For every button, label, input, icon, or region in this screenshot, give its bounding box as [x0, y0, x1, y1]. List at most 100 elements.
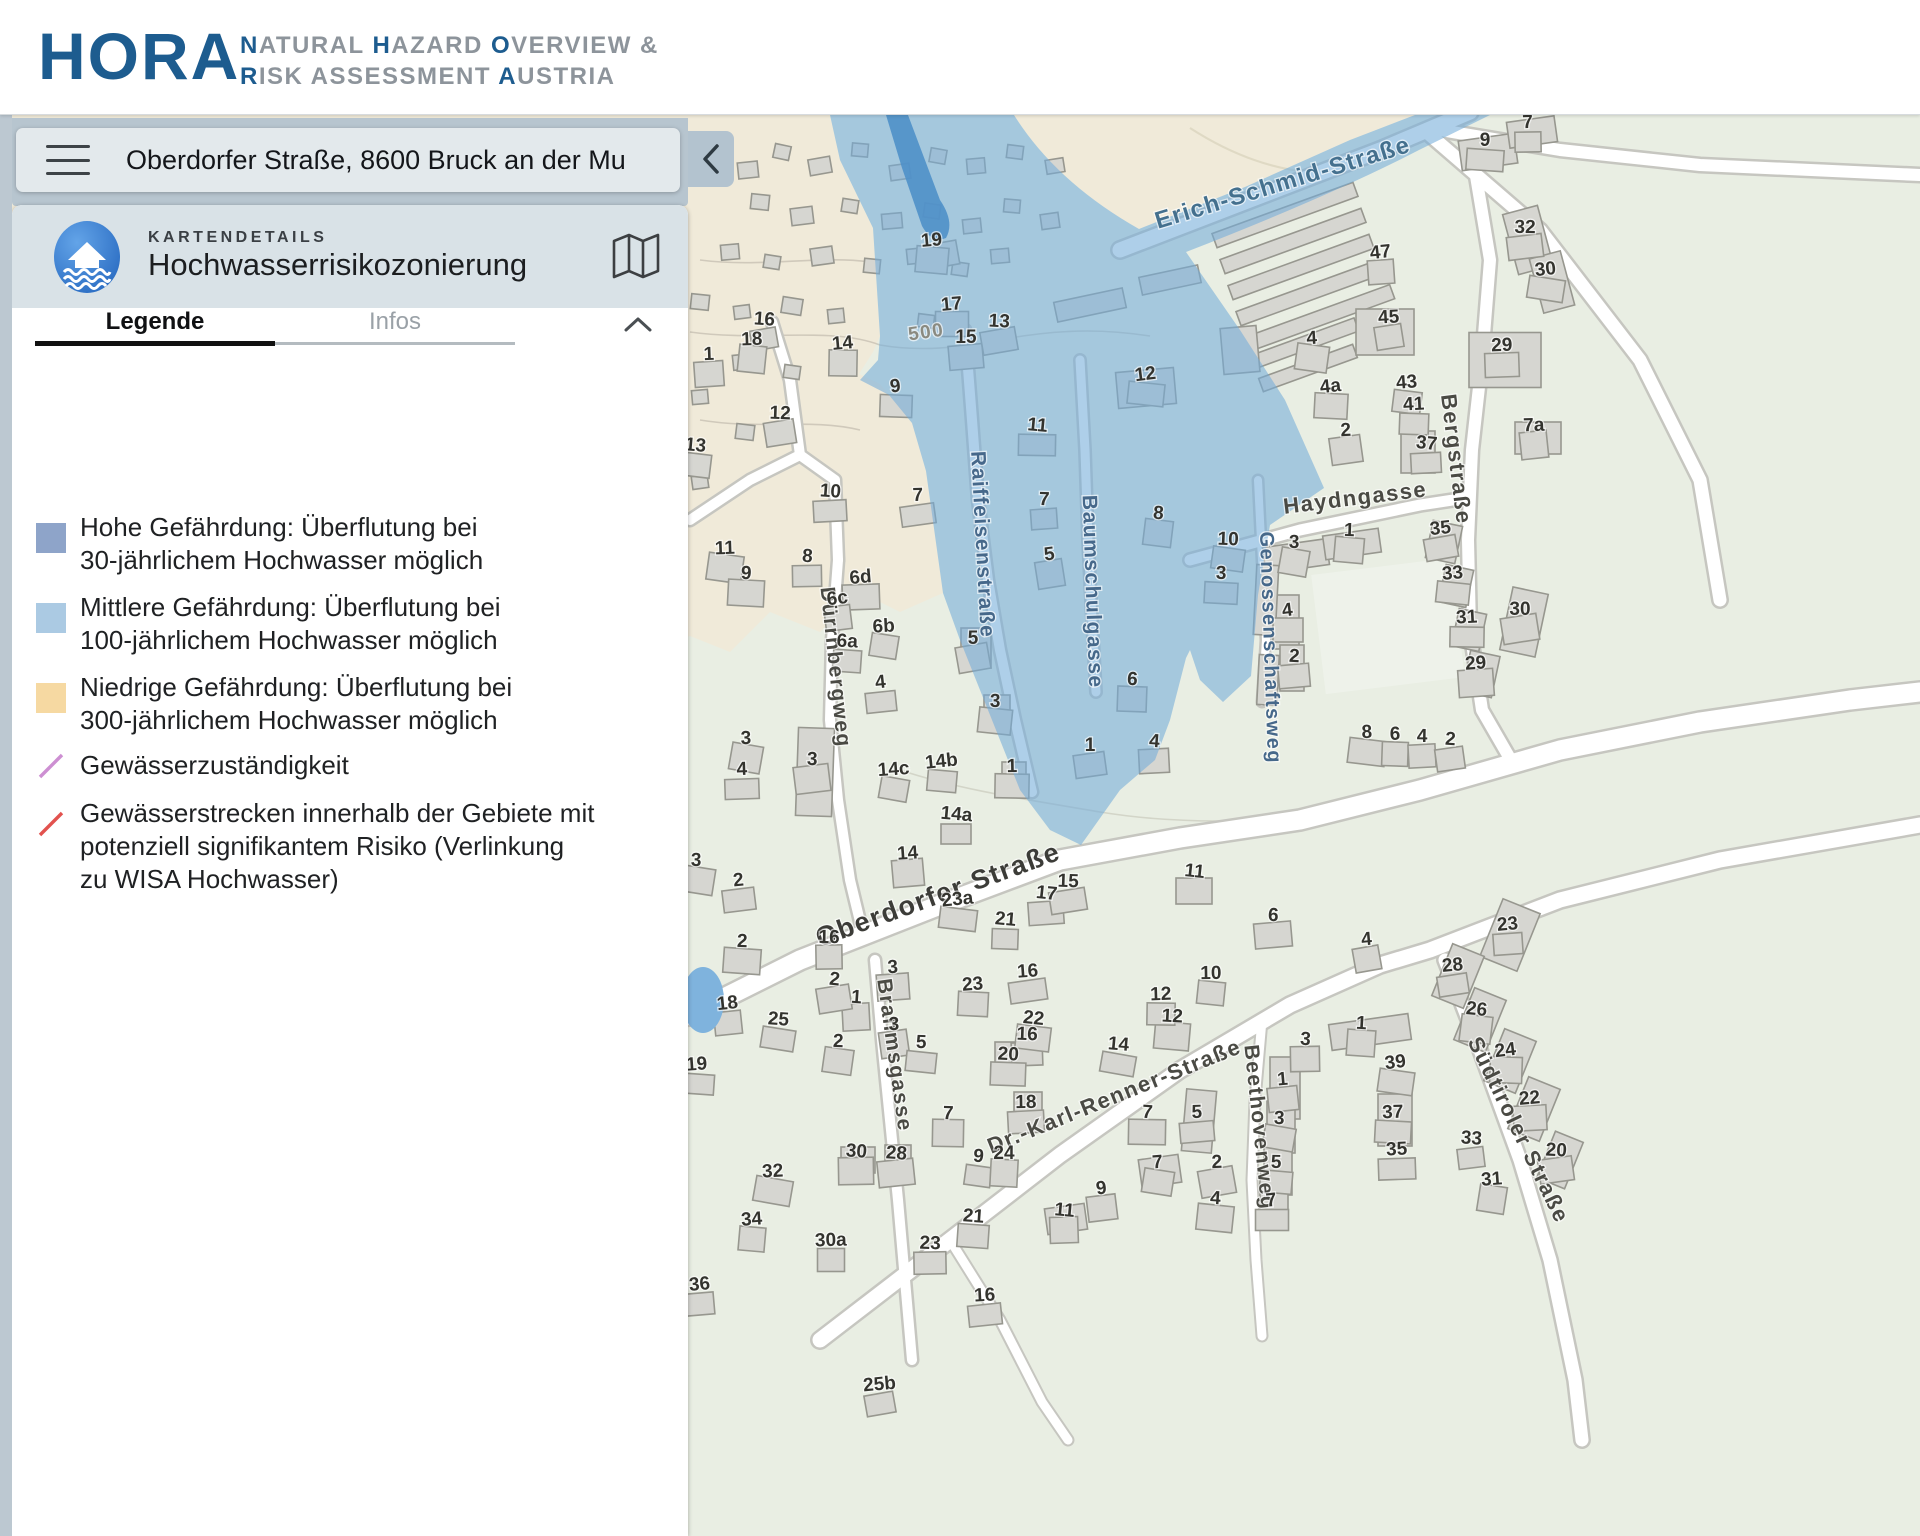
sidebar-collapse-button[interactable] [688, 131, 734, 187]
house-number: 22 [1518, 1087, 1541, 1110]
house-number: 14a [940, 803, 974, 827]
house-number: 18 [1015, 1092, 1037, 1113]
house-number: 7 [1039, 489, 1050, 510]
house-number: 37 [1382, 1102, 1404, 1124]
house-number: 5 [1191, 1102, 1203, 1123]
house-number: 1 [703, 344, 715, 365]
house-number: 4 [1306, 328, 1318, 350]
house-number: 6c [826, 587, 850, 610]
hora-app: { "header": { "logo": "HORA", "tagline_l… [0, 0, 1920, 1536]
house-number: 10 [1200, 963, 1222, 984]
legend-item-1[interactable]: Mittlere Gefährdung: Überflutung bei100-… [36, 591, 676, 657]
house-number: 1 [1085, 735, 1096, 756]
house-number: 7 [1141, 1102, 1153, 1124]
house-number: 12 [1161, 1005, 1183, 1027]
menu-icon[interactable] [46, 145, 90, 175]
tab-legende[interactable]: Legende [35, 308, 275, 336]
house-number: 28 [1441, 954, 1464, 977]
house-number: 5 [916, 1032, 928, 1053]
house-number: 25b [862, 1373, 896, 1397]
house-number: 13 [988, 310, 1010, 332]
house-number: 34 [740, 1208, 763, 1230]
house-number: 14b [924, 749, 959, 773]
house-number: 10 [819, 480, 842, 502]
house-number: 7 [1151, 1152, 1163, 1174]
house-number: 11 [1183, 860, 1206, 883]
house-number: 19 [920, 229, 943, 252]
house-number: 3 [1216, 563, 1227, 584]
house-number: 9 [972, 1146, 984, 1168]
house-number: 8 [1361, 722, 1372, 743]
house-number: 1 [1344, 520, 1356, 541]
house-number: 9 [741, 563, 752, 584]
house-number: 23 [961, 973, 984, 995]
house-number: 2 [1288, 646, 1300, 668]
legend-item-label: Gewässerzuständigkeit [80, 749, 349, 782]
legend-line-icon [36, 751, 66, 781]
house-number: 3 [807, 749, 818, 770]
legend-item-0[interactable]: Hohe Gefährdung: Überflutung bei30-jährl… [36, 511, 676, 577]
house-number: 6d [849, 566, 873, 589]
legend-item-label: Gewässerstrecken innerhalb der Gebiete m… [80, 797, 594, 896]
house-number: 26 [1465, 998, 1488, 1021]
house-number: 2 [1211, 1152, 1222, 1173]
house-number: 29 [1464, 652, 1487, 674]
house-number: 30 [1534, 258, 1557, 281]
house-number: 5 [968, 628, 979, 649]
legend-line-icon [36, 809, 66, 839]
chevron-up-icon[interactable] [620, 310, 656, 340]
house-number: 36 [688, 1273, 711, 1296]
tab-underline-active [35, 341, 275, 346]
house-number: 23 [1496, 913, 1519, 936]
house-number: 6a [836, 630, 859, 652]
house-number: 21 [994, 908, 1017, 931]
search-input[interactable]: Oberdorfer Straße, 8600 Bruck an der Mu [126, 145, 626, 176]
house-number: 2 [732, 870, 745, 892]
legend-tabs: Legende Infos [12, 308, 688, 354]
house-number: 22 [1022, 1007, 1045, 1030]
house-number: 12 [769, 403, 791, 425]
house-number: 16 [974, 1284, 996, 1306]
legend-item-4[interactable]: Gewässerstrecken innerhalb der Gebiete m… [36, 797, 676, 896]
house-number: 16 [818, 927, 840, 948]
map-fold-icon[interactable] [612, 233, 660, 279]
house-number: 11 [714, 538, 735, 560]
legend-swatch-icon [36, 603, 66, 633]
house-number: 6 [1267, 905, 1279, 927]
house-number: 33 [1441, 562, 1464, 585]
house-number: 11 [1054, 1199, 1076, 1222]
house-number: 3 [887, 957, 899, 979]
house-number: 7a [1523, 415, 1545, 437]
house-number: 2 [1340, 420, 1352, 442]
panel-header: KARTENDETAILS Hochwasserrisikozonierung [12, 205, 688, 308]
house-number: 39 [1384, 1051, 1408, 1074]
search-bar[interactable]: Oberdorfer Straße, 8600 Bruck an der Mu [16, 128, 680, 192]
house-number: 1 [1355, 1013, 1367, 1035]
tab-infos[interactable]: Infos [275, 308, 515, 336]
house-number: 18 [716, 992, 739, 1015]
house-number: 14 [896, 842, 919, 864]
house-number: 2 [737, 931, 748, 952]
house-number: 33 [1460, 1127, 1483, 1149]
hora-logo[interactable]: HORA [38, 18, 240, 94]
house-number: 16 [753, 308, 776, 330]
house-number: 45 [1378, 306, 1401, 328]
house-number: 12 [1150, 984, 1172, 1006]
house-number: 31 [1480, 1168, 1503, 1190]
house-number: 7 [912, 485, 923, 506]
house-number: 3 [888, 1014, 899, 1035]
legend-item-3[interactable]: Gewässerzuständigkeit [36, 749, 676, 782]
house-number: 4 [1209, 1188, 1221, 1210]
house-number: 2 [833, 1031, 844, 1052]
house-number: 21 [962, 1205, 985, 1227]
panel-title: Hochwasserrisikozonierung [148, 247, 527, 283]
kartendetails-panel: KARTENDETAILS Hochwasserrisikozonierung … [12, 205, 688, 1536]
legend-swatch-icon [36, 683, 66, 713]
house-number: 41 [1403, 393, 1426, 415]
house-number: 30 [845, 1140, 868, 1162]
house-number: 32 [762, 1160, 784, 1182]
legend-item-2[interactable]: Niedrige Gefährdung: Überflutung bei300-… [36, 671, 676, 737]
house-number: 8 [1152, 503, 1164, 525]
house-number: 15 [1057, 871, 1079, 893]
house-number: 30a [815, 1229, 848, 1251]
